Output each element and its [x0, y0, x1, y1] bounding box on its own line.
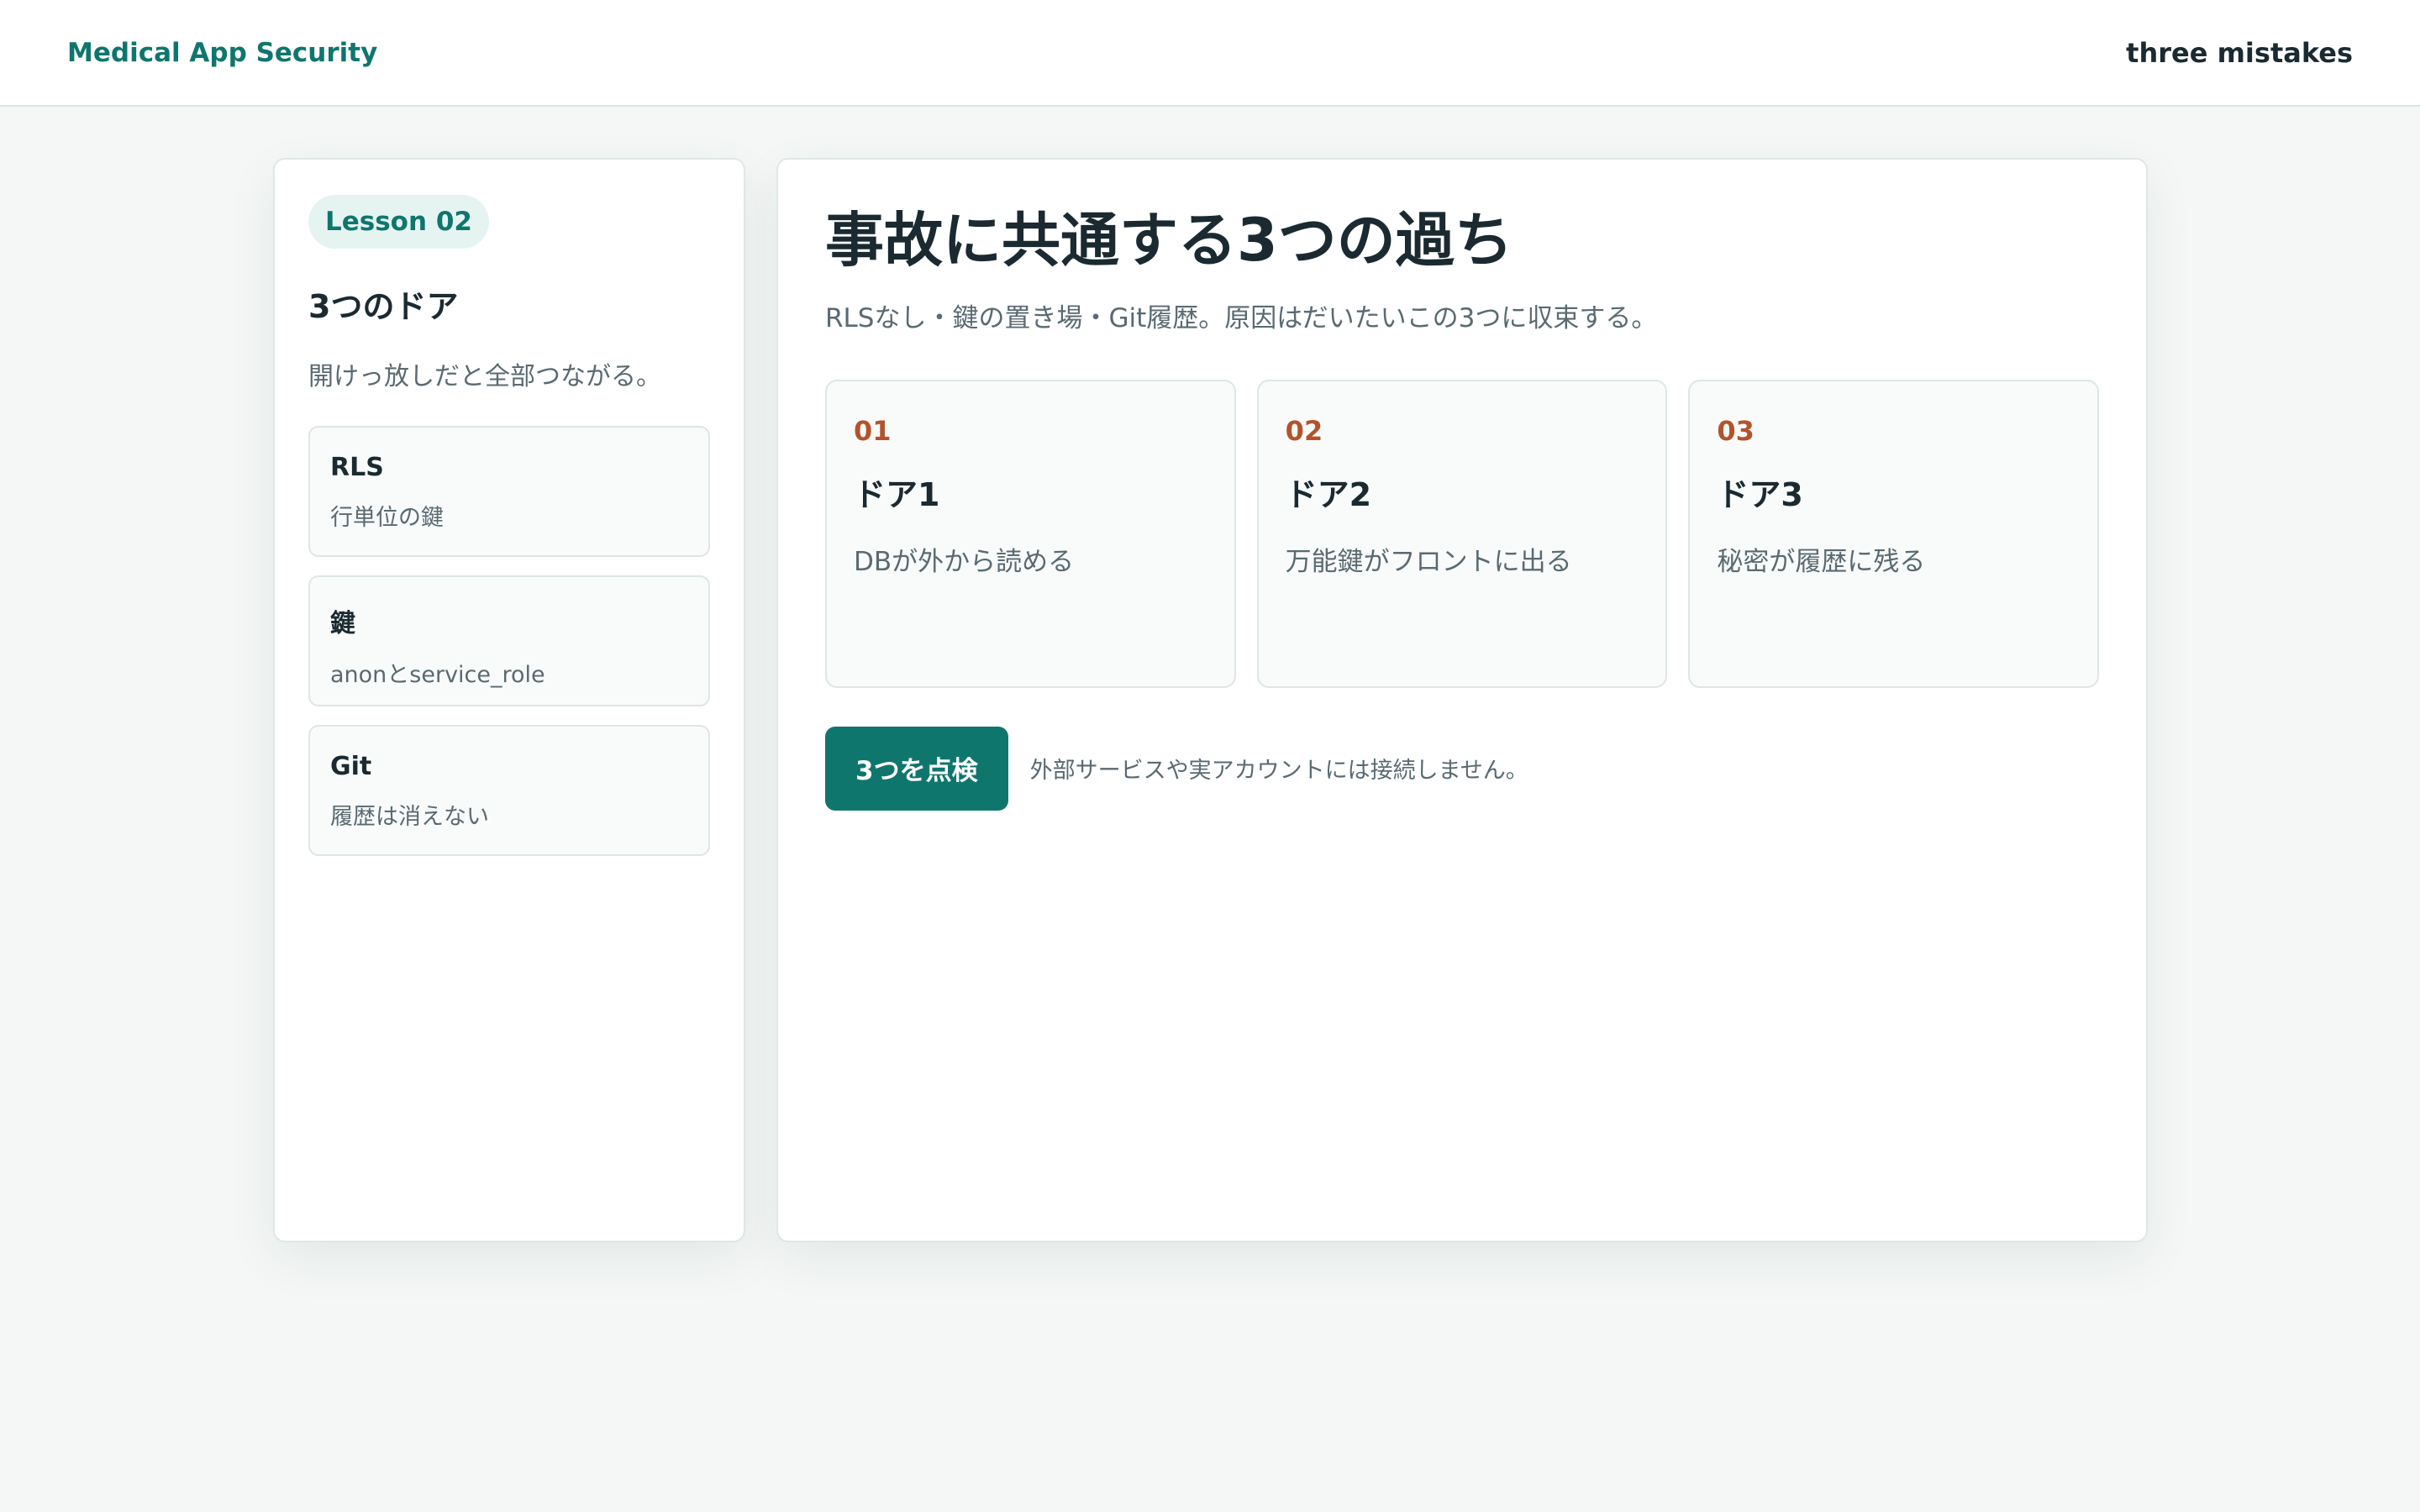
lesson-badge: Lesson 02 [308, 195, 489, 249]
page-title: 事故に共通する3つの過ち [825, 206, 1513, 275]
sidebar-item-key[interactable]: 鍵 anonとservice_role [308, 575, 710, 706]
card-title: ドア1 [854, 475, 940, 513]
card-number: 01 [854, 414, 892, 447]
card-desc: DBが外から読める [854, 546, 1075, 577]
sidebar-item-title: 鍵 [330, 609, 355, 638]
lesson-sidebar: Lesson 02 3つのドア 開けっ放しだと全部つながる。 RLS 行単位の鍵… [273, 158, 745, 1242]
sidebar-item-desc: 履歴は消えない [330, 804, 489, 830]
action-row: 3つを点検 外部サービスや実アカウントには接続しません。 [825, 726, 2099, 811]
inspect-three-button[interactable]: 3つを点検 [825, 726, 1008, 811]
app-brand[interactable]: Medical App Security [67, 38, 377, 68]
card-title: ドア3 [1717, 475, 1803, 513]
header-topic-label: three mistakes [2126, 36, 2353, 69]
sidebar-list: RLS 行単位の鍵 鍵 anonとservice_role Git 履歴は消えな… [308, 426, 710, 856]
sidebar-item-title: RLS [330, 453, 384, 482]
card-desc: 万能鍵がフロントに出る [1285, 546, 1572, 577]
door-card-1: 01 ドア1 DBが外から読める [825, 379, 1236, 688]
page-subtitle: RLSなし・鍵の置き場・Git履歴。原因はだいたいこの3つに収束する。 [825, 302, 1658, 333]
door-cards: 01 ドア1 DBが外から読める 02 ドア2 万能鍵がフロントに出る 03 ド… [825, 379, 2100, 688]
door-card-2: 02 ドア2 万能鍵がフロントに出る [1256, 379, 1668, 688]
sidebar-item-desc: anonとservice_role [330, 662, 545, 688]
door-card-3: 03 ドア3 秘密が履歴に残る [1688, 379, 2100, 688]
lesson-main-panel: 事故に共通する3つの過ち RLSなし・鍵の置き場・Git履歴。原因はだいたいこの… [776, 158, 2148, 1242]
top-bar: Medical App Security three mistakes [0, 0, 2420, 107]
card-number: 03 [1717, 414, 1754, 447]
sidebar-item-title: Git [330, 752, 372, 781]
offline-note: 外部サービスや実アカウントには接続しません。 [1029, 758, 1528, 784]
card-number: 02 [1285, 414, 1323, 447]
sidebar-item-git[interactable]: Git 履歴は消えない [308, 725, 710, 856]
sidebar-item-rls[interactable]: RLS 行単位の鍵 [308, 426, 710, 557]
sidebar-item-desc: 行単位の鍵 [330, 505, 444, 531]
sidebar-subtitle: 開けっ放しだと全部つながる。 [308, 362, 661, 391]
sidebar-title: 3つのドア [308, 288, 459, 325]
card-title: ドア2 [1285, 475, 1372, 513]
card-desc: 秘密が履歴に残る [1717, 546, 1926, 577]
